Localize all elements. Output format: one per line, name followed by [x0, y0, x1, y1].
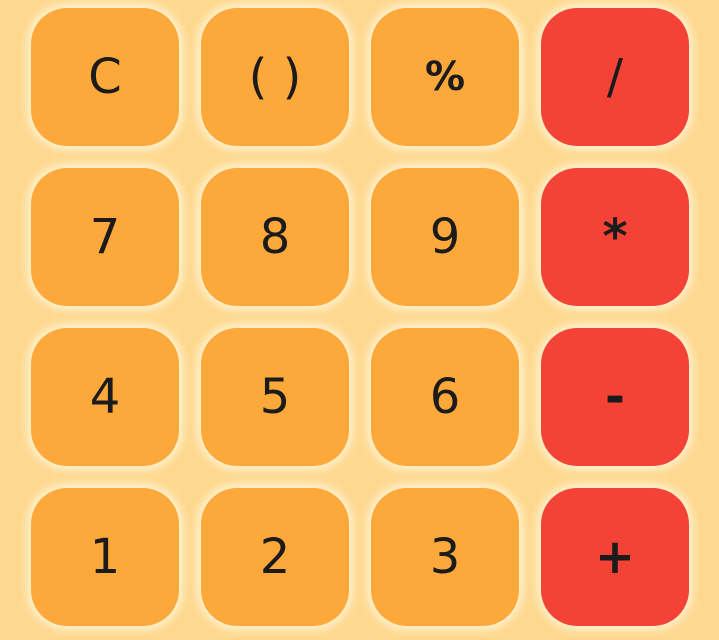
digit-8-button[interactable]: 8	[201, 168, 349, 306]
digit-2-button[interactable]: 2	[201, 488, 349, 626]
digit-4-button[interactable]: 4	[31, 328, 179, 466]
digit-5-button[interactable]: 5	[201, 328, 349, 466]
parentheses-button[interactable]: ( )	[201, 8, 349, 146]
digit-9-button[interactable]: 9	[371, 168, 519, 306]
add-button[interactable]: +	[541, 488, 689, 626]
digit-1-button[interactable]: 1	[31, 488, 179, 626]
calculator-keypad: C ( ) % / 7 8 9 * 4 5 6 - 1 2 3 +	[0, 0, 719, 640]
clear-button[interactable]: C	[31, 8, 179, 146]
digit-6-button[interactable]: 6	[371, 328, 519, 466]
divide-button[interactable]: /	[541, 8, 689, 146]
subtract-button[interactable]: -	[541, 328, 689, 466]
digit-3-button[interactable]: 3	[371, 488, 519, 626]
digit-7-button[interactable]: 7	[31, 168, 179, 306]
multiply-button[interactable]: *	[541, 168, 689, 306]
percent-button[interactable]: %	[371, 8, 519, 146]
